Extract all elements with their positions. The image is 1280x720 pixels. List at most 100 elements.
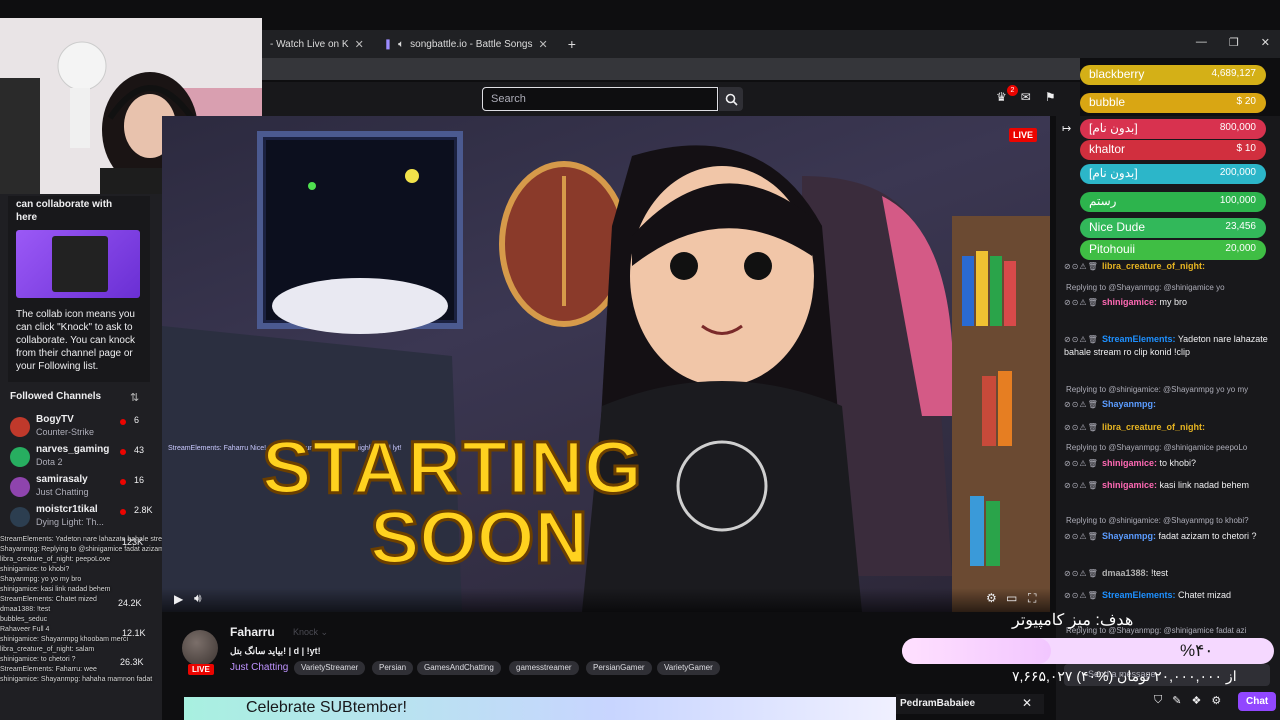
streamer-live-badge: LIVE: [188, 664, 214, 675]
chat-message: ⊘⊙⚠🗑︎ shinigamice: kasi link nadad behem: [1064, 479, 1274, 492]
pen-icon[interactable]: ✎: [1172, 694, 1181, 707]
chat-username[interactable]: shinigamice:: [1102, 458, 1157, 468]
followed-channels-title: Followed Channels: [10, 391, 102, 402]
stream-tag[interactable]: Persian: [372, 661, 414, 675]
shield-icon[interactable]: ⛉: [1154, 694, 1162, 707]
fullscreen-icon[interactable]: ⛶: [1028, 591, 1036, 606]
donor-name: [بدون نام]: [1089, 166, 1138, 180]
stream-tag[interactable]: GamesAndChatting: [417, 661, 501, 675]
minimize-button[interactable]: —: [1196, 36, 1207, 49]
stream-category[interactable]: Just Chatting: [230, 662, 288, 673]
collapse-chat-icon[interactable]: ↦: [1062, 122, 1071, 135]
leaderboard-row: [بدون نام] 200,000: [1080, 164, 1266, 184]
mod-icons[interactable]: ⊘⊙⚠🗑︎: [1064, 298, 1102, 307]
video-player[interactable]: [162, 116, 1050, 612]
notification-badge: 2: [1007, 85, 1018, 96]
donation-amount: 20,000: [1225, 243, 1256, 254]
mod-icons[interactable]: ⊘⊙⚠🗑︎: [1064, 423, 1102, 432]
followed-channel-item[interactable]: moistcr1tikal Dying Light: Th... 2.8K: [10, 504, 153, 532]
theater-mode-icon[interactable]: ▭: [1006, 591, 1017, 605]
chevron-down-icon: ⌄: [320, 627, 329, 637]
avatar[interactable]: [182, 630, 218, 666]
search-button[interactable]: [719, 87, 743, 111]
followed-channel-item[interactable]: samirasaly Just Chatting 16: [10, 474, 150, 502]
close-icon[interactable]: ✕: [538, 38, 547, 51]
tip-heading: can collaborate with here: [16, 199, 113, 223]
chat-message: ⊘⊙⚠🗑︎ dmaa1388: !test: [1064, 567, 1274, 580]
channel-game: Dota 2: [36, 457, 63, 467]
avatar: [10, 447, 30, 467]
search-input[interactable]: Search: [482, 87, 718, 111]
goal-title: هدف: میز کامپیوتر: [1012, 612, 1134, 629]
mod-icons[interactable]: ⊘⊙⚠🗑︎: [1064, 481, 1102, 490]
gem-icon[interactable]: ❖: [1191, 694, 1201, 707]
chat-message: ⊘⊙⚠🗑︎ shinigamice: my bro: [1064, 296, 1274, 309]
avatar: [10, 417, 30, 437]
channel-game: Dying Light: Th...: [36, 517, 104, 527]
chat-send-button[interactable]: Chat: [1238, 692, 1277, 711]
chat-username[interactable]: StreamElements:: [1102, 590, 1176, 600]
donation-amount: 4,689,127: [1211, 68, 1257, 79]
bookmark-icon[interactable]: ⚑: [1045, 90, 1056, 104]
chat-username[interactable]: shinigamice:: [1102, 480, 1157, 490]
close-window-button[interactable]: ✕: [1261, 36, 1270, 49]
leaderboard-row: blackberry 4,689,127: [1080, 65, 1266, 85]
window-controls: — ❐ ✕: [1196, 36, 1270, 49]
mod-icons[interactable]: ⊘⊙⚠🗑︎: [1064, 532, 1102, 541]
viewer-count: 6: [134, 415, 140, 425]
mod-icons[interactable]: ⊘⊙⚠🗑︎: [1064, 591, 1102, 600]
chat-username[interactable]: Shayanmpg:: [1102, 399, 1156, 409]
chat-username[interactable]: dmaa1388:: [1102, 568, 1149, 578]
live-dot-icon: [120, 449, 126, 455]
tab-songbattle[interactable]: ❚ 🔈︎ songbattle.io - Battle Songs ✕: [374, 34, 558, 54]
chat-username[interactable]: shinigamice:: [1102, 297, 1157, 307]
settings-gear-icon[interactable]: ⚙: [986, 591, 997, 605]
chat-text: !test: [1151, 568, 1169, 578]
live-dot-icon: [120, 479, 126, 485]
streamer-name[interactable]: Faharru: [230, 625, 275, 639]
sort-icon[interactable]: ⇅: [130, 391, 139, 404]
leaderboard-row: رستم 100,000: [1080, 192, 1266, 212]
tab-twitch[interactable]: - Watch Live on K ✕: [260, 34, 374, 54]
followed-channel-item[interactable]: narves_gaming Dota 2 43: [10, 444, 150, 472]
crown-icon[interactable]: ♛: [996, 90, 1007, 104]
stream-tag[interactable]: VarietyGamer: [657, 661, 720, 675]
goal-progress-fill: [902, 638, 1051, 664]
chat-username[interactable]: StreamElements:: [1102, 334, 1176, 344]
chat-username[interactable]: libra_creature_of_night:: [1102, 261, 1205, 271]
channel-name: BogyTV: [36, 414, 74, 425]
channel-name: narves_gaming: [36, 444, 110, 455]
stream-tag[interactable]: PersianGamer: [586, 661, 652, 675]
stream-tag[interactable]: gamesstreamer: [509, 661, 579, 675]
donor-name: Pitohouii: [1089, 242, 1136, 256]
sub-promo-banner[interactable]: Celebrate SUBtember!: [184, 697, 896, 720]
followed-channel-item[interactable]: BogyTV Counter-Strike 6: [10, 414, 150, 442]
close-icon[interactable]: ✕: [355, 38, 364, 51]
mod-icons[interactable]: ⊘⊙⚠🗑︎: [1064, 569, 1102, 578]
reply-context: Replying to @shinigamice: @Shayanmpg to …: [1066, 516, 1249, 525]
chat-username[interactable]: libra_creature_of_night:: [1102, 422, 1205, 432]
goal-percent: %۴۰: [1180, 641, 1214, 660]
leaderboard-row: bubble $ 20: [1080, 93, 1266, 113]
knock-button[interactable]: Knock ⌄: [287, 625, 334, 640]
leaderboard-row: khaltor $ 10: [1080, 140, 1266, 160]
avatar: [10, 507, 30, 527]
donor-name: khaltor: [1089, 142, 1126, 156]
play-icon[interactable]: ▶: [174, 592, 183, 606]
stream-tag[interactable]: VarietyStreamer: [294, 661, 366, 675]
tip-body: The collab icon means you can click "Kno…: [16, 309, 135, 372]
mod-icons[interactable]: ⊘⊙⚠🗑︎: [1064, 335, 1102, 344]
mod-icons[interactable]: ⊘⊙⚠🗑︎: [1064, 262, 1102, 271]
chat-username[interactable]: Shayanmpg:: [1102, 531, 1156, 541]
volume-icon[interactable]: 🔊︎: [194, 591, 202, 606]
donor-name: Nice Dude: [1089, 220, 1146, 234]
mod-icons[interactable]: ⊘⊙⚠🗑︎: [1064, 459, 1102, 468]
new-tab-button[interactable]: +: [558, 34, 586, 54]
donation-amount: 800,000: [1219, 122, 1256, 133]
mod-icons[interactable]: ⊘⊙⚠🗑︎: [1064, 400, 1102, 409]
address-bar[interactable]: [260, 58, 1080, 80]
maximize-button[interactable]: ❐: [1229, 36, 1239, 49]
settings-gear-icon[interactable]: ⚙: [1211, 694, 1221, 707]
close-icon[interactable]: ✕: [1022, 696, 1032, 710]
inbox-icon[interactable]: ✉: [1021, 90, 1031, 104]
